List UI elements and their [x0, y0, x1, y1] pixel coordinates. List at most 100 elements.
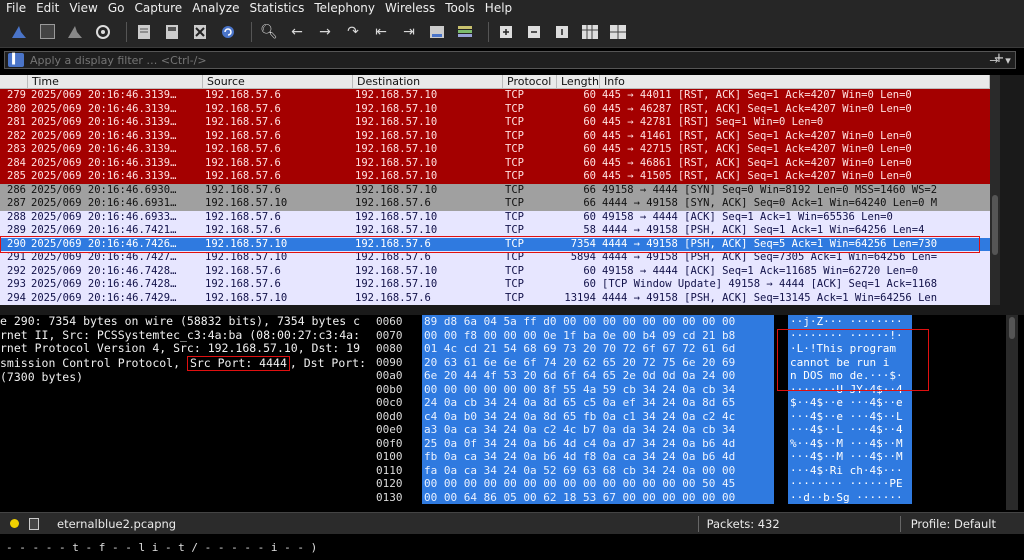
packet-details-pane: e 290: 7354 bytes on wire (58832 bits), …	[0, 315, 372, 510]
packet-row[interactable]: 288 2025/069 20:16:46.6933… 192.168.57.6 19…	[0, 210, 990, 224]
columns-preference-icon[interactable]	[607, 21, 629, 43]
bytes-off: 00c0	[376, 396, 403, 409]
bytes-row[interactable]: 0080 01 4c cd 21 54 68 69 73 20 70 72 6f …	[376, 342, 1004, 356]
colorize-icon[interactable]	[454, 21, 476, 43]
status-file-name: eternalblue2.pcapng	[57, 516, 177, 531]
shark-fin-start-icon[interactable]	[8, 21, 30, 43]
menu-item-statistics[interactable]: Statistics	[249, 1, 304, 15]
bytes-row[interactable]: 00d0 c4 0a b0 34 24 0a 8d 65 fb 0a c1 34 …	[376, 409, 1004, 423]
bytes-row[interactable]: 00c0 24 0a cb 34 24 0a 8d 65 c5 0a ef 34 …	[376, 396, 1004, 410]
zoom-out-icon[interactable]	[523, 21, 545, 43]
open-file-icon[interactable]	[133, 21, 155, 43]
add-filter-button[interactable]: +	[992, 51, 1006, 69]
packet-dst: 192.168.57.10	[355, 278, 438, 290]
col-info[interactable]: Info	[600, 75, 990, 88]
autoscroll-icon[interactable]	[426, 21, 448, 43]
bytes-hex: fb 0a ca 34 24 0a b6 4d f8 0a ca 34 24 0…	[422, 450, 774, 464]
bytes-row[interactable]: 00b0 00 00 00 00 00 00 8f 55 4a 59 cb 34 …	[376, 382, 1004, 396]
expert-info-icon[interactable]	[10, 519, 19, 528]
bytes-row[interactable]: 0060 89 d8 6a 04 5a ff d0 00 00 00 00 00 …	[376, 315, 1004, 329]
packet-info: 4444 → 49158 [PSH, ACK] Seq=7305 Ack=1 W…	[602, 251, 938, 263]
bytes-row[interactable]: 0110 fa 0a ca 34 24 0a 52 69 63 68 cb 34 …	[376, 463, 1004, 477]
find-packet-icon[interactable]: 🔍︎	[258, 21, 280, 43]
status-profile[interactable]: Profile: Default	[901, 517, 996, 531]
packet-row[interactable]: 291 2025/069 20:16:46.7427… 192.168.57.10 1…	[0, 251, 990, 265]
save-file-icon[interactable]	[161, 21, 183, 43]
bytes-row[interactable]: 0120 00 00 00 00 00 00 00 00 00 00 00 00 …	[376, 477, 1004, 491]
menu-item-edit[interactable]: Edit	[36, 1, 59, 15]
normal-size-icon[interactable]	[551, 21, 573, 43]
packet-proto: TCP	[505, 183, 524, 196]
bytes-asc: $··4$··e ···4$··e	[788, 396, 912, 410]
menu-item-go[interactable]: Go	[108, 1, 125, 15]
col-protocol[interactable]: Protocol	[503, 75, 557, 88]
col-no[interactable]	[0, 75, 28, 88]
packet-row[interactable]: 279 2025/069 20:16:46.3139… 192.168.57.6 19…	[0, 89, 990, 103]
display-filter-input[interactable]	[24, 53, 987, 67]
capture-options-gear-icon[interactable]	[92, 21, 114, 43]
bytes-row[interactable]: 00e0 a3 0a ca 34 24 0a c2 4c b7 0a da 34 …	[376, 423, 1004, 437]
packet-list-scrollbar[interactable]	[990, 75, 1000, 305]
go-back-icon[interactable]: ←	[286, 21, 308, 43]
packet-src: 192.168.57.10	[205, 237, 288, 250]
detail-ethernet[interactable]: rnet II, Src: PCSSystemtec_c3:4a:ba (08:…	[0, 328, 372, 343]
bytes-row[interactable]: 00a0 6e 20 44 4f 53 20 6d 6f 64 65 2e 0d …	[376, 369, 1004, 383]
packet-row[interactable]: 281 2025/069 20:16:46.3139… 192.168.57.6 19…	[0, 116, 990, 130]
packet-proto: TCP	[505, 264, 524, 277]
menu-item-file[interactable]: File	[6, 1, 26, 15]
packet-time: 2025/069 20:16:46.6933…	[31, 210, 177, 223]
bytes-off: 00b0	[376, 382, 403, 396]
col-destination[interactable]: Destination	[353, 75, 503, 88]
packet-row[interactable]: 289 2025/069 20:16:46.7421… 192.168.57.6 19…	[0, 224, 990, 238]
reload-file-icon[interactable]	[217, 21, 239, 43]
go-forward-icon[interactable]: →	[314, 21, 336, 43]
packet-row[interactable]: 294 2025/069 20:16:46.7429… 192.168.57.10 1…	[0, 291, 990, 305]
menu-item-tools[interactable]: Tools	[445, 1, 475, 15]
bytes-row[interactable]: 00f0 25 0a 0f 34 24 0a b6 4d c4 0a d7 34 …	[376, 436, 1004, 450]
menu-item-analyze[interactable]: Analyze	[192, 1, 239, 15]
bytes-off: 0130	[376, 490, 403, 504]
packet-row[interactable]: 286 2025/069 20:16:46.6930… 192.168.57.6 19…	[0, 183, 990, 197]
scrollbar-thumb[interactable]	[1009, 317, 1015, 339]
col-source[interactable]: Source	[203, 75, 353, 88]
bytes-row[interactable]: 0100 fb 0a ca 34 24 0a b6 4d f8 0a ca 34 …	[376, 450, 1004, 464]
packet-row[interactable]: 292 2025/069 20:16:46.7428… 192.168.57.6 19…	[0, 264, 990, 278]
stop-capture-icon[interactable]	[36, 21, 58, 43]
bytes-hex: 00 00 f8 00 00 00 0e 1f ba 0e 00 b4 09 c…	[422, 328, 774, 342]
pane-splitter[interactable]	[0, 305, 1024, 315]
menu-item-wireless[interactable]: Wireless	[385, 1, 435, 15]
packet-row[interactable]: 284 2025/069 20:16:46.3139… 192.168.57.6 19…	[0, 156, 990, 170]
col-time[interactable]: Time	[28, 75, 203, 88]
restart-capture-icon[interactable]	[64, 21, 86, 43]
col-length[interactable]: Length	[557, 75, 600, 88]
packet-row[interactable]: 280 2025/069 20:16:46.3139… 192.168.57.6 19…	[0, 102, 990, 116]
go-first-packet-icon[interactable]: ⇤	[370, 21, 392, 43]
go-to-packet-icon[interactable]: ↷	[342, 21, 364, 43]
bytes-row[interactable]: 0090 20 63 61 6e 6e 6f 74 20 62 65 20 72 …	[376, 355, 1004, 369]
packet-row[interactable]: 290 2025/069 20:16:46.7426… 192.168.57.10 1…	[0, 237, 990, 251]
packet-row[interactable]: 287 2025/069 20:16:46.6931… 192.168.57.10 1…	[0, 197, 990, 211]
menu-item-telephony[interactable]: Telephony	[314, 1, 375, 15]
scrollbar-thumb[interactable]	[992, 195, 998, 255]
zoom-in-icon[interactable]	[495, 21, 517, 43]
go-last-packet-icon[interactable]: ⇥	[398, 21, 420, 43]
menu-item-capture[interactable]: Capture	[134, 1, 182, 15]
bookmark-filter-icon[interactable]: ▍	[8, 53, 24, 67]
packet-row[interactable]: 282 2025/069 20:16:46.3139… 192.168.57.6 19…	[0, 129, 990, 143]
detail-ip[interactable]: rnet Protocol Version 4, Src: 192.168.57…	[0, 341, 372, 356]
resize-columns-icon[interactable]	[579, 21, 601, 43]
close-file-icon[interactable]	[189, 21, 211, 43]
bytes-row[interactable]: 0070 00 00 f8 00 00 00 0e 1f ba 0e 00 b4 …	[376, 328, 1004, 342]
packet-row[interactable]: 293 2025/069 20:16:46.7428… 192.168.57.6 19…	[0, 278, 990, 292]
capture-file-icon[interactable]	[29, 517, 39, 530]
packet-proto: TCP	[505, 129, 524, 142]
packet-row[interactable]: 285 2025/069 20:16:46.3139… 192.168.57.6 19…	[0, 170, 990, 184]
menu-item-help[interactable]: Help	[485, 1, 512, 15]
detail-frame[interactable]: e 290: 7354 bytes on wire (58832 bits), …	[0, 315, 372, 329]
detail-tcp[interactable]: smission Control Protocol, Src Port: 444…	[0, 355, 372, 371]
menu-item-view[interactable]: View	[69, 1, 97, 15]
bytes-scrollbar[interactable]	[1006, 315, 1018, 510]
bytes-row[interactable]: 0130 00 00 64 86 05 00 62 18 53 67 00 00 …	[376, 490, 1004, 504]
packet-row[interactable]: 283 2025/069 20:16:46.3139… 192.168.57.6 19…	[0, 143, 990, 157]
detail-payload[interactable]: (7300 bytes)	[0, 370, 372, 385]
